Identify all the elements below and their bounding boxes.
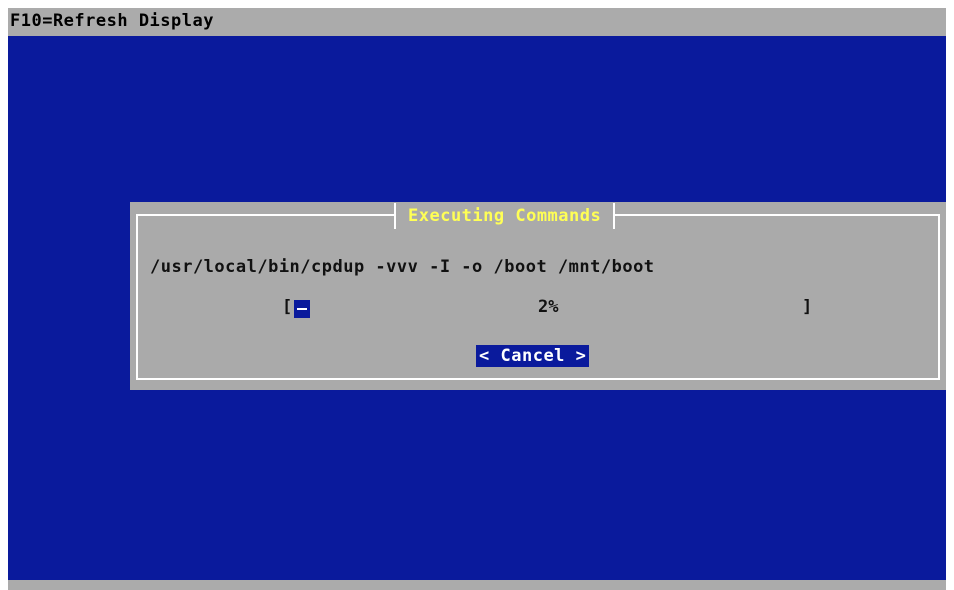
bottom-status-bar <box>8 580 946 590</box>
refresh-key-hint[interactable]: F10=Refresh Display <box>10 11 214 31</box>
command-line: /usr/local/bin/cpdup -vvv -I -o /boot /m… <box>150 257 655 277</box>
dialog-title: Executing Commands <box>408 206 602 226</box>
progress-fill <box>294 300 310 318</box>
screen: F10=Refresh Display Executing Commands /… <box>8 8 946 590</box>
cancel-right-chevron-icon: > <box>575 346 587 366</box>
progress-percent: 2% <box>538 297 559 317</box>
progress-bracket-left: [ <box>282 297 293 317</box>
dialog-title-box: Executing Commands <box>394 203 616 229</box>
cancel-button[interactable]: < Cancel > <box>476 345 590 367</box>
cancel-left-chevron-icon: < <box>479 346 490 366</box>
top-status-bar: F10=Refresh Display <box>8 8 946 36</box>
cancel-button-label: Cancel <box>500 346 565 366</box>
executing-commands-dialog: Executing Commands /usr/local/bin/cpdup … <box>130 202 946 390</box>
progress-marker <box>297 308 307 310</box>
progress-bracket-right: ] <box>802 297 813 317</box>
